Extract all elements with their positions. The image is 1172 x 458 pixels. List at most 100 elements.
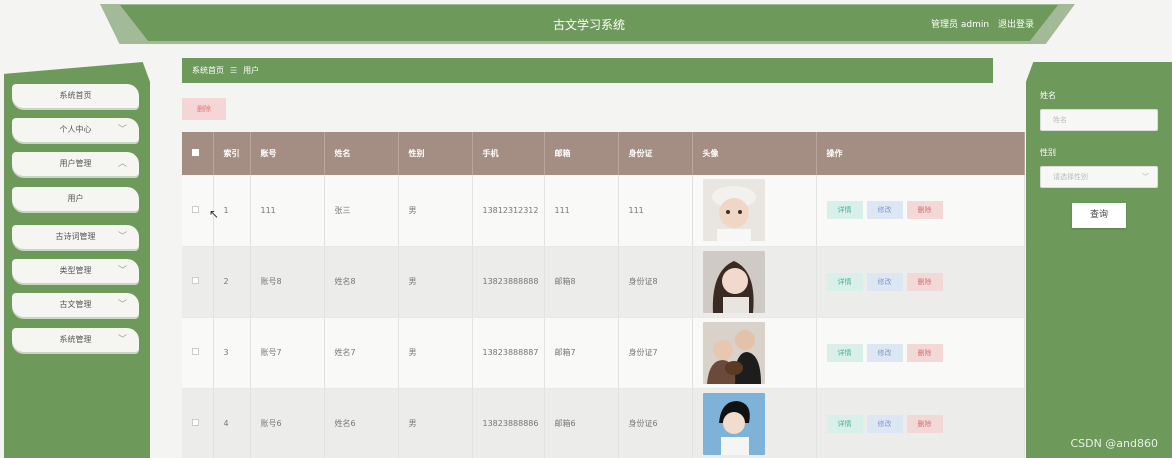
row-account: 账号7 xyxy=(250,317,325,389)
row-idcard: 111 xyxy=(618,175,693,247)
chevron-down-icon: ﹀ xyxy=(117,125,127,135)
gender-label: 性别 xyxy=(1040,148,1056,157)
row-index: 2 xyxy=(213,246,251,318)
row-account: 账号8 xyxy=(250,246,325,318)
row-name: 姓名6 xyxy=(324,388,399,458)
mouse-cursor-icon: ↖ xyxy=(209,207,220,221)
sidebar-item-label: 个人中心 xyxy=(59,125,92,134)
column-header: 邮箱 xyxy=(544,132,619,175)
row-phone: 13823888886 xyxy=(472,388,545,458)
breadcrumb-home[interactable]: 系统首页 xyxy=(192,66,224,75)
delete-button[interactable]: 删除 xyxy=(906,414,943,433)
search-panel: 姓名 姓名 性别 请选择性别 ﹀ 查询 CSDN @and860 xyxy=(1026,62,1172,458)
name-label: 姓名 xyxy=(1040,91,1056,100)
app-title: 古文学习系统 xyxy=(552,18,625,32)
search-button[interactable]: 查询 xyxy=(1072,203,1126,228)
sidebar-item-users[interactable]: 用户 xyxy=(12,187,139,211)
row-phone: 13823888888 xyxy=(472,246,545,318)
row-idcard: 身份证6 xyxy=(618,388,693,458)
sidebar-item-label: 古诗词管理 xyxy=(55,232,96,241)
row-name: 姓名8 xyxy=(324,246,399,318)
sidebar-item-label: 系统管理 xyxy=(59,335,92,344)
edit-button[interactable]: 修改 xyxy=(866,343,903,362)
row-account: 111 xyxy=(250,175,325,247)
table-row: 3 账号7 姓名7 男 13823888887 邮箱7 身份证7 详情 修改 删除 xyxy=(182,317,1025,389)
row-checkbox[interactable] xyxy=(192,205,199,213)
row-gender: 男 xyxy=(398,317,473,389)
column-header: 索引 xyxy=(213,132,251,175)
column-header: 头像 xyxy=(692,132,817,175)
chevron-down-icon: ﹀ xyxy=(1142,173,1149,181)
detail-button[interactable]: 详情 xyxy=(826,343,863,362)
row-checkbox[interactable] xyxy=(192,277,199,284)
chevron-down-icon: ﹀ xyxy=(117,335,127,345)
select-all-checkbox[interactable] xyxy=(192,149,199,156)
current-user: 管理员 admin xyxy=(931,20,990,30)
chevron-down-icon: ﹀ xyxy=(117,300,127,310)
sidebar-item-system[interactable]: 系统管理 ﹀ xyxy=(12,328,139,352)
row-index: 4 xyxy=(213,388,251,458)
edit-button[interactable]: 修改 xyxy=(866,272,903,291)
sidebar-item-label: 用户管理 xyxy=(59,159,92,168)
row-idcard: 身份证8 xyxy=(618,246,693,318)
avatar xyxy=(702,321,765,384)
row-name: 姓名7 xyxy=(324,317,399,389)
column-header: 手机 xyxy=(472,132,545,175)
gender-select-placeholder: 请选择性别 xyxy=(1053,173,1088,181)
table-row: 4 账号6 姓名6 男 13823888886 邮箱6 身份证6 详情 修改 删除 xyxy=(182,388,1025,458)
sidebar-item-home[interactable]: 系统首页 xyxy=(12,84,139,108)
avatar xyxy=(702,179,765,242)
logout-link[interactable]: 退出登录 xyxy=(998,20,1034,30)
sidebar-item-label: 系统首页 xyxy=(59,91,92,100)
sidebar-item-poems[interactable]: 古诗词管理 ﹀ xyxy=(12,225,139,249)
table-row: 2 账号8 姓名8 男 13823888888 邮箱8 身份证8 详情 修改 删除 xyxy=(182,246,1025,318)
bulk-delete-button[interactable]: 删除 xyxy=(182,98,226,120)
row-phone: 13823888887 xyxy=(472,317,545,389)
column-header: 姓名 xyxy=(324,132,399,175)
detail-button[interactable]: 详情 xyxy=(826,414,863,433)
row-checkbox[interactable] xyxy=(192,419,199,426)
row-gender: 男 xyxy=(398,388,473,458)
select-all-header[interactable] xyxy=(182,132,214,175)
detail-button[interactable]: 详情 xyxy=(826,272,863,291)
chevron-up-icon: ︿ xyxy=(117,159,127,169)
edit-button[interactable]: 修改 xyxy=(866,414,903,433)
row-phone: 13812312312 xyxy=(472,175,545,247)
column-header: 性别 xyxy=(398,132,473,175)
row-idcard: 身份证7 xyxy=(618,317,693,389)
detail-button[interactable]: 详情 xyxy=(826,201,863,220)
chevron-down-icon: ﹀ xyxy=(117,232,127,242)
row-gender: 男 xyxy=(398,246,473,318)
sidebar-item-types[interactable]: 类型管理 ﹀ xyxy=(12,259,139,283)
row-index: 3 xyxy=(213,317,251,389)
sidebar-item-label: 类型管理 xyxy=(59,266,92,275)
avatar xyxy=(702,250,765,313)
column-header: 操作 xyxy=(816,132,1025,175)
chevron-down-icon: ﹀ xyxy=(117,266,127,276)
breadcrumb: 系统首页 ☰ 用户 xyxy=(182,58,993,83)
table-row: 1 111 张三 男 13812312312 111 111 详情 修改 删除 xyxy=(182,175,1025,247)
sidebar-item-personal[interactable]: 个人中心 ﹀ xyxy=(12,118,139,142)
sidebar-item-classics[interactable]: 古文管理 ﹀ xyxy=(12,293,139,317)
column-header: 身份证 xyxy=(618,132,693,175)
row-gender: 男 xyxy=(398,175,473,247)
delete-button[interactable]: 删除 xyxy=(906,201,943,220)
row-checkbox[interactable] xyxy=(192,348,199,355)
breadcrumb-current: 用户 xyxy=(243,66,260,75)
column-header: 账号 xyxy=(250,132,325,175)
name-input[interactable]: 姓名 xyxy=(1040,109,1158,131)
delete-button[interactable]: 删除 xyxy=(906,272,943,291)
sidebar-item-user-management[interactable]: 用户管理 ︿ xyxy=(12,152,139,176)
breadcrumb-separator-icon: ☰ xyxy=(230,66,238,75)
edit-button[interactable]: 修改 xyxy=(866,201,903,220)
row-name: 张三 xyxy=(324,175,399,247)
header-bar: 古文学习系统 管理员 admin 退出登录 xyxy=(120,5,1058,41)
delete-button[interactable]: 删除 xyxy=(906,343,943,362)
row-email: 邮箱8 xyxy=(544,246,619,318)
sidebar-item-label: 古文管理 xyxy=(59,300,92,309)
admin-area: 管理员 admin 退出登录 xyxy=(925,17,1034,30)
avatar xyxy=(702,392,765,455)
gender-select[interactable]: 请选择性别 ﹀ xyxy=(1040,166,1158,188)
sidebar-item-label: 用户 xyxy=(67,194,84,203)
row-email: 邮箱6 xyxy=(544,388,619,458)
